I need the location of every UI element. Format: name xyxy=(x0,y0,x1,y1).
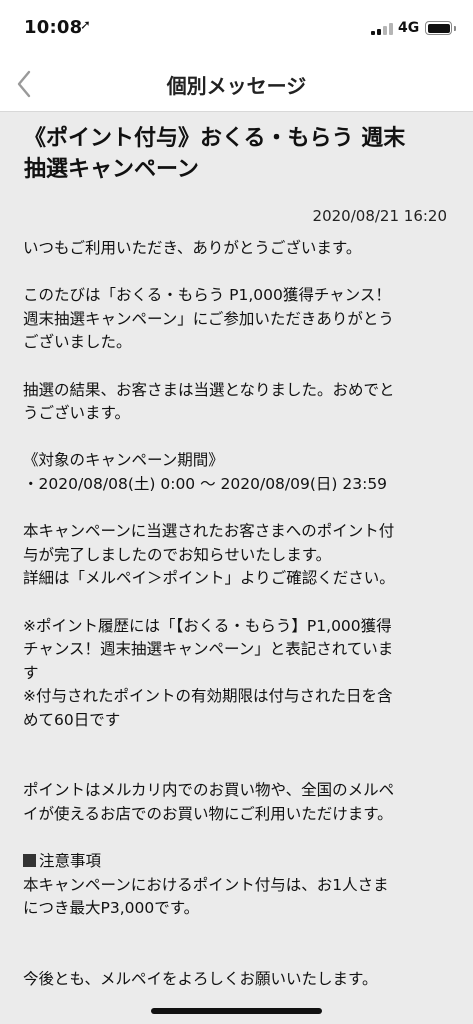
body-line: 詳細は「メルペイ＞ポイント」よりご確認ください。 xyxy=(23,569,395,588)
body-line: めて60日です xyxy=(23,710,121,729)
body-line: ※ポイント履歴には「【おくる・もらう】P1,000獲得 xyxy=(23,616,392,635)
body-line: ※付与されたポイントの有効期限は付与された日を含 xyxy=(23,687,393,706)
body-line: 本キャンペーンに当選されたお客さまへのポイント付 xyxy=(23,522,395,541)
body-line: す xyxy=(23,663,39,682)
body-line: ポイントはメルカリ内でのお買い物や、全国のメルペ xyxy=(23,781,395,800)
message-title: 《ポイント付与》おくる・もらう 週末 抽選キャンペーン xyxy=(24,123,454,185)
body-line: このたびは「おくる・もらう P1,000獲得チャンス！ xyxy=(23,286,391,305)
body-line: 与が完了しましたのでお知らせいたします。 xyxy=(23,545,332,564)
body-line: チャンス！週末抽選キャンペーン」と表記されていま xyxy=(23,640,394,659)
body-line: ございました。 xyxy=(23,333,132,352)
body-line: いつもご利用いただき、ありがとうございます。 xyxy=(23,239,362,257)
message-body: いつもご利用いただき、ありがとうございます。 このたびは「おくる・もらう P1,… xyxy=(23,237,453,992)
battery-icon xyxy=(425,21,452,35)
body-line: につき最大P3,000です。 xyxy=(23,899,200,918)
body-line: 今後とも、メルペイをよろしくお願いいたします。 xyxy=(23,970,378,989)
battery-tip xyxy=(454,26,456,31)
notes-heading: 注意事項 xyxy=(23,850,453,874)
status-bar: 10:08 ➚ 4G xyxy=(0,0,473,56)
message-date: 2020/08/21 16:20 xyxy=(312,207,447,225)
campaign-period: ・2020/08/08(土) 0:00 〜 2020/08/09(日) 23:5… xyxy=(23,474,388,493)
square-bullet-icon xyxy=(23,854,36,868)
body-line: 本キャンペーンにおけるポイント付与は、お1人さま xyxy=(23,875,389,894)
page-title: 個別メッセージ xyxy=(166,74,307,98)
status-time: 10:08 xyxy=(24,17,83,38)
body-line: イが使えるお店でのお買い物にご利用いただけます。 xyxy=(23,805,393,824)
notes-heading-label: 注意事項 xyxy=(39,852,102,871)
body-line: 週末抽選キャンペーン」にご参加いただきありがとう xyxy=(23,309,394,328)
message-content[interactable]: 《ポイント付与》おくる・もらう 週末 抽選キャンペーン 2020/08/21 1… xyxy=(0,113,473,1024)
home-indicator[interactable] xyxy=(151,1008,322,1014)
body-line: うございます。 xyxy=(23,404,130,423)
message-title-line: 抽選キャンペーン xyxy=(24,157,199,182)
location-arrow-icon: ➚ xyxy=(80,18,91,33)
network-type: 4G xyxy=(398,20,420,36)
signal-strength-icon xyxy=(371,23,393,35)
navigation-bar: 個別メッセージ xyxy=(0,56,473,112)
body-line: 《対象のキャンペーン期間》 xyxy=(23,451,224,470)
message-title-line: 《ポイント付与》おくる・もらう 週末 xyxy=(24,126,406,151)
body-line: 抽選の結果、お客さまは当選となりました。おめでと xyxy=(23,380,395,399)
